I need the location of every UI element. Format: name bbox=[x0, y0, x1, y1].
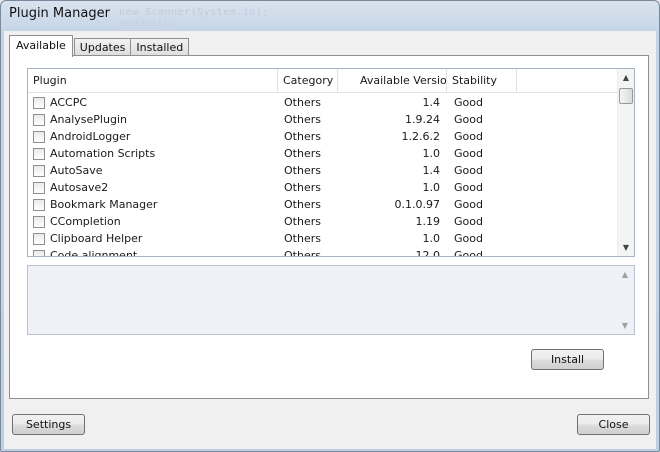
plugin-category: Others bbox=[284, 164, 321, 177]
plugin-manager-window: new Scanner(System.in); nextInt(); Plugi… bbox=[0, 0, 660, 452]
plugin-stability: Good bbox=[454, 147, 483, 160]
plugin-name: Clipboard Helper bbox=[50, 232, 143, 245]
close-button[interactable]: Close bbox=[577, 414, 650, 435]
plugin-category: Others bbox=[284, 232, 321, 245]
scroll-down-arrow-icon[interactable]: ▼ bbox=[617, 317, 633, 334]
available-tab-panel: Plugin Category Available Version Stabil… bbox=[9, 55, 649, 399]
column-header-available-version[interactable]: Available Version bbox=[338, 69, 447, 93]
column-header-plugin[interactable]: Plugin bbox=[28, 69, 278, 93]
plugin-select-checkbox[interactable] bbox=[33, 164, 45, 177]
column-header-category[interactable]: Category bbox=[278, 69, 338, 93]
plugin-version: 1.4 bbox=[422, 96, 441, 109]
plugin-version: 1.2.6.2 bbox=[401, 130, 440, 143]
table-row[interactable]: AndroidLogger Others 1.2.6.2 Good bbox=[28, 128, 618, 145]
plugin-category: Others bbox=[284, 147, 321, 160]
table-row[interactable]: CCompletion Others 1.19 Good bbox=[28, 213, 618, 230]
plugin-name: Autosave2 bbox=[50, 181, 109, 194]
plugin-name: Bookmark Manager bbox=[50, 198, 158, 211]
tab-available[interactable]: Available bbox=[9, 35, 73, 57]
plugin-name: Automation Scripts bbox=[50, 147, 156, 160]
plugin-stability: Good bbox=[454, 130, 483, 143]
plugin-name-cell: Bookmark Manager bbox=[28, 198, 278, 211]
plugin-stability: Good bbox=[454, 215, 483, 228]
list-header: Plugin Category Available Version Stabil… bbox=[28, 69, 618, 93]
plugin-name-cell: AutoSave bbox=[28, 164, 278, 177]
settings-button[interactable]: Settings bbox=[12, 414, 85, 435]
window-title: Plugin Manager bbox=[9, 6, 110, 21]
scroll-down-arrow-icon[interactable]: ▼ bbox=[618, 239, 634, 256]
plugin-version: 1.0 bbox=[422, 232, 441, 245]
title-bar[interactable]: new Scanner(System.in); nextInt(); Plugi… bbox=[1, 1, 659, 31]
tab-strip: Available Updates Installed bbox=[9, 34, 190, 57]
plugin-version: 1.0 bbox=[422, 147, 441, 160]
plugin-category: Others bbox=[284, 198, 321, 211]
plugin-stability: Good bbox=[454, 113, 483, 126]
plugin-category: Others bbox=[284, 181, 321, 194]
plugin-select-checkbox[interactable] bbox=[33, 113, 45, 126]
plugin-list[interactable]: Plugin Category Available Version Stabil… bbox=[27, 68, 635, 257]
background-code-line-1: new Scanner(System.in); bbox=[119, 7, 269, 18]
plugin-name-cell: AnalysePlugin bbox=[28, 113, 278, 126]
plugin-stability: Good bbox=[454, 96, 483, 109]
dialog-client-area: Available Updates Installed Plugin Categ… bbox=[4, 31, 656, 449]
plugin-name-cell: CCompletion bbox=[28, 215, 278, 228]
table-row[interactable]: AnalysePlugin Others 1.9.24 Good bbox=[28, 111, 618, 128]
plugin-name-cell: Autosave2 bbox=[28, 181, 278, 194]
plugin-version: 1.19 bbox=[415, 215, 441, 228]
plugin-select-checkbox[interactable] bbox=[33, 249, 45, 256]
plugin-name: AutoSave bbox=[50, 164, 103, 177]
table-row[interactable]: Autosave2 Others 1.0 Good bbox=[28, 179, 618, 196]
table-row[interactable]: Code alignment Others 12.0 Good bbox=[28, 247, 618, 257]
plugin-name: CCompletion bbox=[50, 215, 121, 228]
install-button[interactable]: Install bbox=[531, 349, 604, 370]
table-row[interactable]: Clipboard Helper Others 1.0 Good bbox=[28, 230, 618, 247]
plugin-stability: Good bbox=[454, 249, 483, 257]
scroll-up-arrow-icon[interactable]: ▲ bbox=[617, 266, 633, 283]
plugin-name: ACCPC bbox=[50, 96, 88, 109]
plugin-select-checkbox[interactable] bbox=[33, 96, 45, 109]
plugin-version: 0.1.0.97 bbox=[394, 198, 440, 211]
plugin-category: Others bbox=[284, 249, 321, 257]
plugin-version: 1.4 bbox=[422, 164, 441, 177]
list-rows: ACCPC Others 1.4 Good AnalysePlugin Others 1.9… bbox=[28, 94, 618, 257]
plugin-category: Others bbox=[284, 215, 321, 228]
plugin-stability: Good bbox=[454, 164, 483, 177]
plugin-version: 1.9.24 bbox=[405, 113, 440, 126]
table-row[interactable]: Automation Scripts Others 1.0 Good bbox=[28, 145, 618, 162]
column-header-filler bbox=[517, 69, 618, 93]
table-row[interactable]: Bookmark Manager Others 0.1.0.97 Good bbox=[28, 196, 618, 213]
plugin-version: 1.0 bbox=[422, 181, 441, 194]
table-row[interactable]: AutoSave Others 1.4 Good bbox=[28, 162, 618, 179]
plugin-select-checkbox[interactable] bbox=[33, 147, 45, 160]
plugin-description-box[interactable]: ▲ ▼ bbox=[27, 265, 635, 335]
plugin-name: AnalysePlugin bbox=[50, 113, 127, 126]
plugin-select-checkbox[interactable] bbox=[33, 130, 45, 143]
plugin-category: Others bbox=[284, 113, 321, 126]
plugin-stability: Good bbox=[454, 181, 483, 194]
plugin-name: AndroidLogger bbox=[50, 130, 131, 143]
scrollbar-thumb[interactable] bbox=[619, 88, 633, 104]
plugin-name-cell: Automation Scripts bbox=[28, 147, 278, 160]
plugin-name-cell: Clipboard Helper bbox=[28, 232, 278, 245]
plugin-select-checkbox[interactable] bbox=[33, 232, 45, 245]
plugin-stability: Good bbox=[454, 198, 483, 211]
plugin-category: Others bbox=[284, 96, 321, 109]
background-code-line-2: nextInt(); bbox=[119, 19, 174, 29]
plugin-version: 12.0 bbox=[415, 249, 441, 257]
scroll-up-arrow-icon[interactable]: ▲ bbox=[618, 69, 634, 86]
plugin-name-cell: Code alignment bbox=[28, 249, 278, 257]
plugin-name-cell: ACCPC bbox=[28, 96, 278, 109]
plugin-select-checkbox[interactable] bbox=[33, 215, 45, 228]
plugin-category: Others bbox=[284, 130, 321, 143]
table-row[interactable]: ACCPC Others 1.4 Good bbox=[28, 94, 618, 111]
plugin-select-checkbox[interactable] bbox=[33, 181, 45, 194]
list-vertical-scrollbar[interactable]: ▲ ▼ bbox=[617, 69, 634, 256]
plugin-name-cell: AndroidLogger bbox=[28, 130, 278, 143]
description-vertical-scrollbar[interactable]: ▲ ▼ bbox=[617, 266, 634, 334]
column-header-stability[interactable]: Stability bbox=[447, 69, 517, 93]
plugin-select-checkbox[interactable] bbox=[33, 198, 45, 211]
plugin-name: Code alignment bbox=[50, 249, 138, 257]
plugin-stability: Good bbox=[454, 232, 483, 245]
